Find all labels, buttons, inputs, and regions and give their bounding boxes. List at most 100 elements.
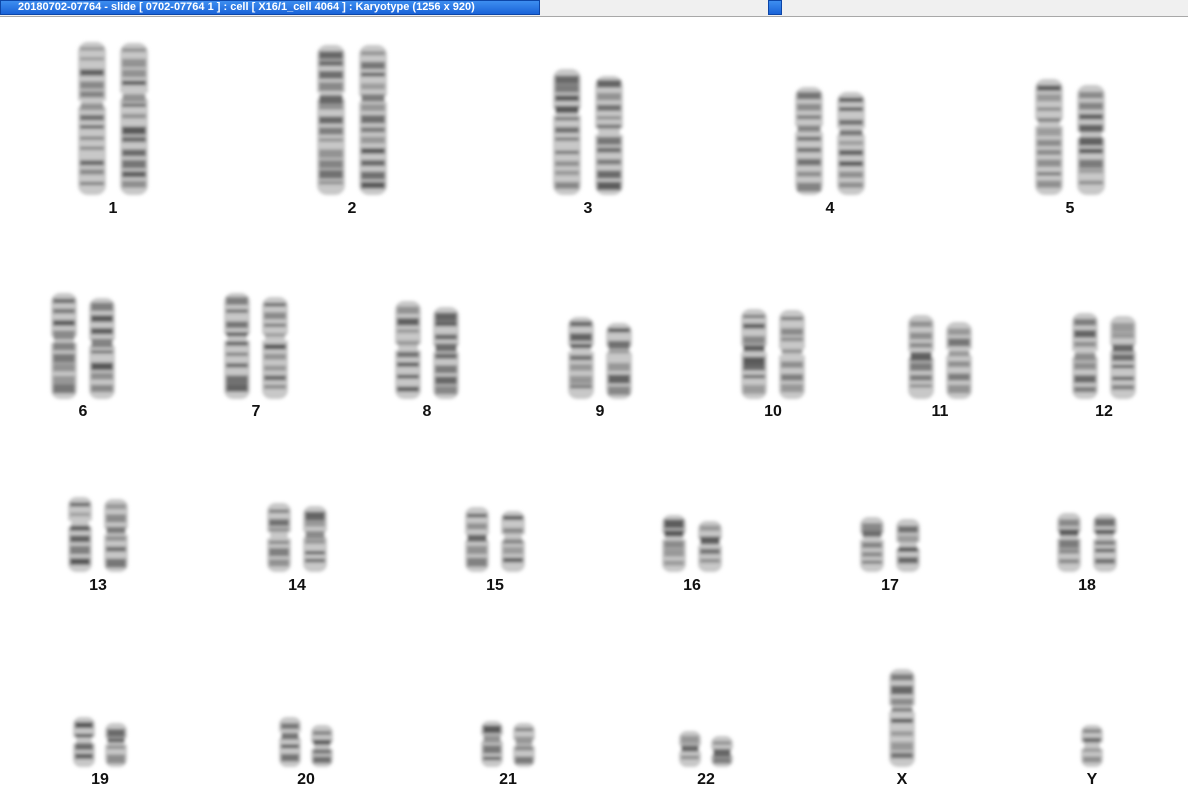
- band: [269, 509, 289, 513]
- band: [264, 302, 286, 307]
- chromosome-15[interactable]: [463, 507, 527, 572]
- band: [1095, 518, 1115, 527]
- chromosome-13[interactable]: [66, 497, 130, 572]
- chromosome-label-15: 15: [486, 577, 504, 594]
- band: [361, 127, 385, 133]
- chromatid: [66, 497, 94, 572]
- band: [397, 306, 419, 314]
- band: [91, 328, 113, 335]
- band: [53, 353, 75, 363]
- chromosome-6[interactable]: [49, 293, 117, 399]
- chromosome-22[interactable]: [677, 731, 735, 767]
- chromatid: [277, 717, 303, 767]
- chromatid: [660, 515, 688, 572]
- chromatid: [793, 87, 825, 195]
- band: [319, 159, 343, 169]
- chromosome-14[interactable]: [265, 503, 329, 572]
- chromosome-20[interactable]: [277, 717, 335, 767]
- band: [1112, 376, 1134, 381]
- band: [1037, 118, 1061, 122]
- chromosome-12[interactable]: [1070, 313, 1138, 399]
- window-title[interactable]: 20180702-07764 - slide [ 0702-07764 1 ] …: [0, 0, 540, 15]
- band: [483, 735, 501, 743]
- band: [91, 315, 113, 322]
- band: [106, 558, 126, 568]
- band: [797, 136, 821, 141]
- chromatid: [260, 297, 290, 399]
- band: [839, 97, 863, 103]
- chromosome-7[interactable]: [222, 293, 290, 399]
- band: [700, 536, 720, 545]
- chromosome-label-Y: Y: [1086, 771, 1098, 788]
- band: [75, 722, 93, 729]
- chromosome-1[interactable]: [76, 42, 150, 195]
- band: [597, 170, 621, 179]
- band: [122, 69, 146, 78]
- chromosome-Y[interactable]: [1079, 725, 1105, 767]
- chromosome-label-9: 9: [595, 403, 605, 420]
- chromosome-9[interactable]: [566, 317, 634, 399]
- band: [1083, 756, 1101, 763]
- band: [91, 372, 113, 380]
- band: [555, 161, 579, 167]
- band: [53, 298, 75, 304]
- band: [361, 104, 385, 112]
- band: [713, 741, 731, 745]
- band: [1037, 85, 1061, 91]
- chromosome-18[interactable]: [1055, 513, 1119, 572]
- chromosome-16[interactable]: [660, 515, 724, 572]
- chromosome-label-22: 22: [697, 771, 715, 788]
- title-bar-handle[interactable]: [768, 0, 782, 15]
- chromosome-X[interactable]: [887, 669, 917, 767]
- band: [555, 95, 579, 102]
- band: [797, 171, 821, 177]
- chromatid: [1079, 725, 1105, 767]
- band: [839, 107, 863, 112]
- band: [483, 745, 501, 754]
- chromosome-3[interactable]: [551, 69, 625, 195]
- chromosome-10[interactable]: [739, 309, 807, 399]
- band: [313, 748, 331, 755]
- band: [319, 95, 343, 105]
- chromosome-2[interactable]: [315, 45, 389, 195]
- band: [305, 539, 325, 544]
- band: [319, 82, 343, 91]
- centromere: [265, 532, 270, 539]
- band: [80, 47, 104, 51]
- band: [608, 386, 630, 396]
- band: [700, 548, 720, 555]
- band: [122, 171, 146, 178]
- band: [743, 323, 765, 329]
- chromatid: [315, 45, 347, 195]
- chromosome-label-7: 7: [251, 403, 261, 420]
- band: [555, 170, 579, 176]
- band: [797, 103, 821, 111]
- chromatid: [499, 511, 527, 572]
- chromosome-4[interactable]: [793, 87, 867, 195]
- band: [361, 171, 385, 180]
- chromosome-5[interactable]: [1033, 79, 1107, 195]
- chromosome-label-17: 17: [881, 577, 899, 594]
- centromere: [92, 737, 97, 744]
- chromosome-19[interactable]: [71, 717, 129, 767]
- chromosome-11[interactable]: [906, 315, 974, 399]
- chromosome-21[interactable]: [479, 721, 537, 767]
- band: [1083, 737, 1101, 743]
- chromatid-body: [889, 669, 915, 767]
- band: [570, 333, 592, 342]
- band: [361, 61, 385, 70]
- band: [898, 557, 918, 564]
- band: [361, 115, 385, 124]
- chromatid: [118, 43, 150, 195]
- chromatid: [858, 517, 886, 572]
- band: [106, 503, 126, 510]
- band: [948, 338, 970, 347]
- band: [570, 364, 592, 371]
- band: [700, 525, 720, 531]
- chromatid: [463, 507, 491, 572]
- band: [397, 317, 419, 326]
- band: [122, 48, 146, 52]
- band: [80, 136, 104, 140]
- chromosome-17[interactable]: [858, 517, 922, 572]
- chromosome-8[interactable]: [393, 301, 461, 399]
